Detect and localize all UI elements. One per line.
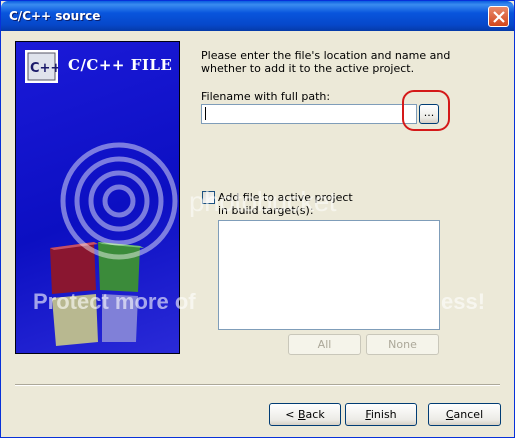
filename-input[interactable]: [201, 104, 417, 124]
dialog-window: C/C++ source C++ C/C++ FILE Please enter…: [0, 0, 515, 438]
cpp-logo-icon: C++: [25, 50, 58, 83]
browse-button[interactable]: ...: [419, 104, 439, 124]
filename-label: Filename with full path:: [201, 90, 331, 103]
separator: [15, 384, 500, 386]
none-button[interactable]: None: [366, 334, 439, 355]
finish-button[interactable]: Finish: [345, 403, 417, 426]
cancel-button[interactable]: Cancel: [428, 403, 501, 426]
build-targets-list[interactable]: [218, 220, 440, 330]
intro-text: Please enter the file's location and nam…: [201, 49, 451, 75]
wizard-banner: C++ C/C++ FILE: [15, 41, 180, 354]
back-button[interactable]: < Back: [269, 403, 341, 426]
finish-rest: inish: [370, 408, 397, 421]
title-bar[interactable]: C/C++ source: [1, 1, 514, 31]
cancel-rest: ancel: [453, 408, 484, 421]
window-title: C/C++ source: [9, 9, 101, 23]
close-icon: [493, 11, 505, 23]
cubes-graphic-icon: [50, 242, 144, 346]
add-to-project-label[interactable]: Add file to active project: [218, 191, 353, 204]
watermark-tagline-b: ess!: [441, 289, 486, 314]
back-accel: B: [298, 408, 306, 421]
svg-text:C++: C++: [30, 61, 58, 76]
close-button[interactable]: [488, 6, 509, 27]
back-prefix: <: [285, 408, 298, 421]
add-to-project-checkbox[interactable]: [202, 191, 215, 204]
text-caret: [205, 107, 206, 120]
build-targets-label: in build target(s):: [218, 204, 314, 217]
back-rest: ack: [305, 408, 325, 421]
banner-title: C/C++ FILE: [68, 56, 173, 74]
cancel-accel: C: [445, 408, 454, 421]
all-button[interactable]: All: [288, 334, 361, 355]
